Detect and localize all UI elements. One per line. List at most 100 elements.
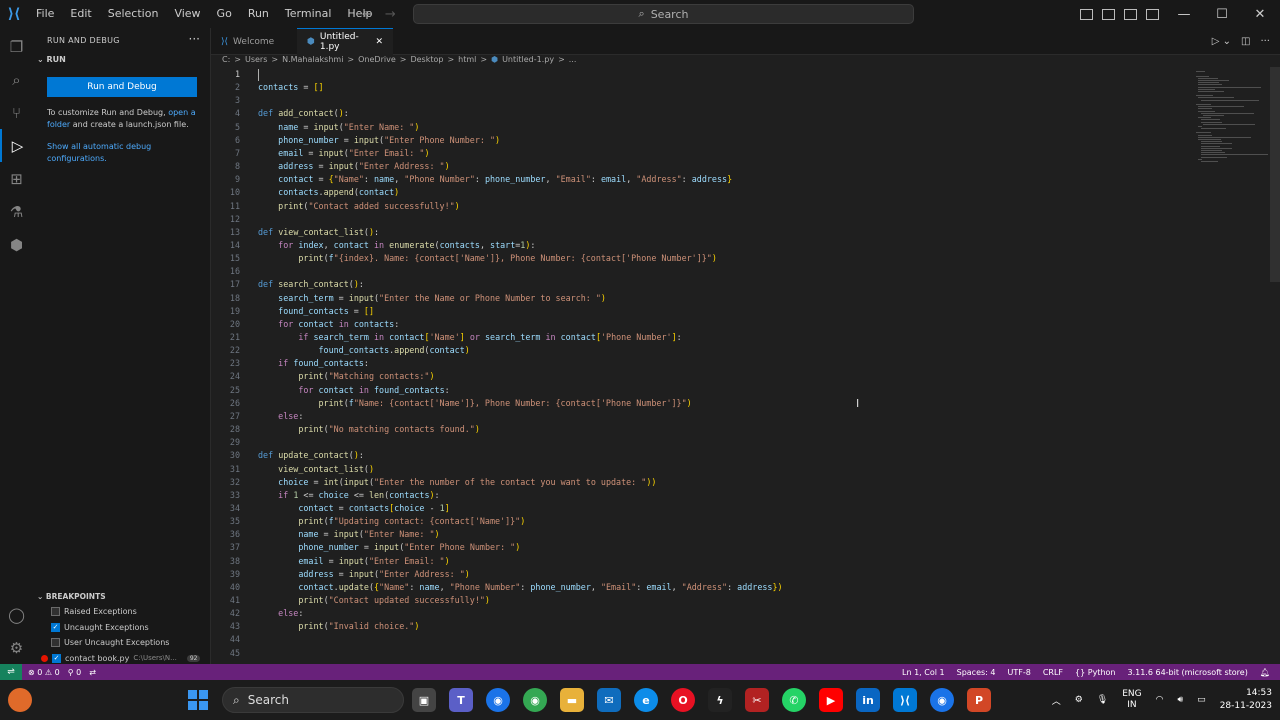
source-control-icon[interactable]: ⑂ [0,96,33,129]
code-line[interactable]: 31 view_contact_list() [211,463,1191,476]
checkbox-checked[interactable]: ✓ [52,653,61,663]
windows-start-icon[interactable] [188,690,208,710]
minimap[interactable] [1196,69,1271,179]
menu-view[interactable]: View [166,0,208,28]
checkbox-checked[interactable]: ✓ [51,622,60,632]
code-line[interactable]: 38 email = input("Enter Email: ") [211,555,1191,568]
run-and-debug-button[interactable]: Run and Debug [47,77,197,97]
menu-file[interactable]: File [28,0,62,28]
code-line[interactable]: 28 print("No matching contacts found.") [211,423,1191,436]
minimize-icon[interactable]: — [1165,7,1203,22]
menu-edit[interactable]: Edit [62,0,99,28]
breadcrumb-item[interactable]: OneDrive [358,55,396,67]
breakpoint-uncaught-exceptions[interactable]: ✓ Uncaught Exceptions [51,620,149,634]
breadcrumb-item[interactable]: html [458,55,476,67]
explorer-icon[interactable]: ❐ [0,30,33,63]
clock[interactable]: 14:53 28-11-2023 [1220,687,1272,713]
code-line[interactable]: 5 name = input("Enter Name: ") [211,121,1191,134]
code-line[interactable]: 17 def search_contact(): [211,278,1191,291]
remote-indicator-icon[interactable]: ⇌ [0,664,22,680]
menu-go[interactable]: Go [209,0,240,28]
split-editor-icon[interactable]: ◫ [1241,36,1250,47]
code-line[interactable]: 24 print("Matching contacts:") [211,370,1191,383]
checkbox[interactable] [51,637,60,647]
menu-selection[interactable]: Selection [100,0,167,28]
notifications-bell-icon[interactable]: 🔔︎ [1260,668,1270,677]
breadcrumb-item[interactable]: C: [222,55,230,67]
toggle-primary-sidebar-icon[interactable] [1080,8,1093,20]
code-line[interactable]: 8 address = input("Enter Address: ") [211,160,1191,173]
menu-terminal[interactable]: Terminal [277,0,340,28]
chrome-icon[interactable]: ◉ [486,688,510,712]
run-file-icon[interactable]: ▷ ⌄ [1212,36,1231,47]
language-mode[interactable]: {} Python [1075,668,1115,677]
code-line[interactable]: 16 [211,265,1191,278]
code-editor[interactable]: 1 2 contacts = [] 3 4 def add_contact(): 5 nam… [211,67,1280,664]
code-line[interactable]: 6 phone_number = input("Enter Phone Numb… [211,134,1191,147]
edge-icon[interactable]: e [634,688,658,712]
code-line[interactable]: 9 contact = {"Name": name, "Phone Number… [211,173,1191,186]
whatsapp-icon[interactable]: ✆ [782,688,806,712]
breakpoint-raised-exceptions[interactable]: Raised Exceptions [51,604,137,618]
more-actions-icon[interactable]: ··· [189,32,200,46]
extensions-icon[interactable]: ⊞ [0,162,33,195]
vscode-taskbar-icon[interactable]: ⟩⟨ [893,688,917,712]
mail-icon[interactable]: ✉ [597,688,621,712]
close-icon[interactable]: ✕ [1241,7,1279,22]
code-line[interactable]: 41 print("Contact updated successfully!"… [211,594,1191,607]
menu-run[interactable]: Run [240,0,277,28]
code-line[interactable]: 30 def update_contact(): [211,449,1191,462]
code-line[interactable]: 33 if 1 <= choice <= len(contacts): [211,489,1191,502]
code-line[interactable]: 22 found_contacts.append(contact) [211,344,1191,357]
capcut-icon[interactable]: ✂ [745,688,769,712]
code-line[interactable]: 10 contacts.append(contact) [211,186,1191,199]
weather-icon[interactable] [8,688,32,712]
language-indicator[interactable]: ENG IN [1122,689,1141,711]
volume-icon[interactable]: 🔊︎ [1178,695,1184,705]
testing-icon[interactable]: ⚗ [0,195,33,228]
code-line[interactable]: 1 [211,68,1191,81]
code-line[interactable]: 44 [211,633,1191,646]
vertical-scrollbar[interactable] [1270,67,1280,282]
task-view-icon[interactable]: ▣ [412,688,436,712]
code-line[interactable]: 12 [211,213,1191,226]
tab-untitled-1[interactable]: ⬢ Untitled-1.py ✕ [297,28,393,55]
run-section-header[interactable]: ⌄ RUN [37,55,66,64]
breakpoint-user-uncaught-exceptions[interactable]: User Uncaught Exceptions [51,635,169,649]
code-line[interactable]: 27 else: [211,410,1191,423]
code-line[interactable]: 15 print(f"{index}. Name: {contact['Name… [211,252,1191,265]
code-line[interactable]: 45 [211,647,1191,660]
chrome-profile-icon[interactable]: ◉ [523,688,547,712]
indentation[interactable]: Spaces: 4 [957,668,996,677]
tab-welcome[interactable]: ⟩⟨ Welcome [211,28,297,55]
more-actions-icon[interactable]: ··· [1260,36,1270,47]
code-line[interactable]: 36 name = input("Enter Name: ") [211,528,1191,541]
breakpoints-header[interactable]: ⌄ BREAKPOINTS [37,592,106,601]
code-line[interactable]: 2 contacts = [] [211,81,1191,94]
code-line[interactable]: 23 if found_contacts: [211,357,1191,370]
breadcrumb-item[interactable]: Untitled-1.py [502,55,554,67]
checkbox[interactable] [51,606,60,616]
breakpoint-file-item[interactable]: ✓ contact book.py C:\Users\N... 92 [41,651,201,665]
run-debug-icon[interactable]: ▷ [0,129,33,162]
battery-icon[interactable]: ▭ [1197,695,1206,705]
code-line[interactable]: 35 print(f"Updating contact: {contact['N… [211,515,1191,528]
code-line[interactable]: 29 [211,436,1191,449]
maximize-icon[interactable]: ☐ [1203,7,1241,22]
youtube-icon[interactable]: ▶ [819,688,843,712]
code-line[interactable]: 3 [211,94,1191,107]
code-line[interactable]: 11 print("Contact added successfully!") [211,200,1191,213]
opera-icon[interactable]: O [671,688,695,712]
code-line[interactable]: 14 for index, contact in enumerate(conta… [211,239,1191,252]
code-line[interactable]: 13 def view_contact_list(): [211,226,1191,239]
chrome-second-icon[interactable]: ◉ [930,688,954,712]
bolt-app-icon[interactable]: ϟ [708,688,732,712]
breadcrumb-item[interactable]: Users [245,55,267,67]
toggle-panel-icon[interactable] [1102,8,1115,20]
open-folder-link[interactable]: open a [168,108,195,117]
code-line[interactable]: 37 phone_number = input("Enter Phone Num… [211,541,1191,554]
wifi-icon[interactable]: ◠ [1156,695,1164,705]
file-explorer-icon[interactable]: ▬ [560,688,584,712]
forward-arrow-icon[interactable]: → [385,7,396,22]
code-line[interactable]: 26 print(f"Name: {contact['Name']}, Phon… [211,397,1191,410]
